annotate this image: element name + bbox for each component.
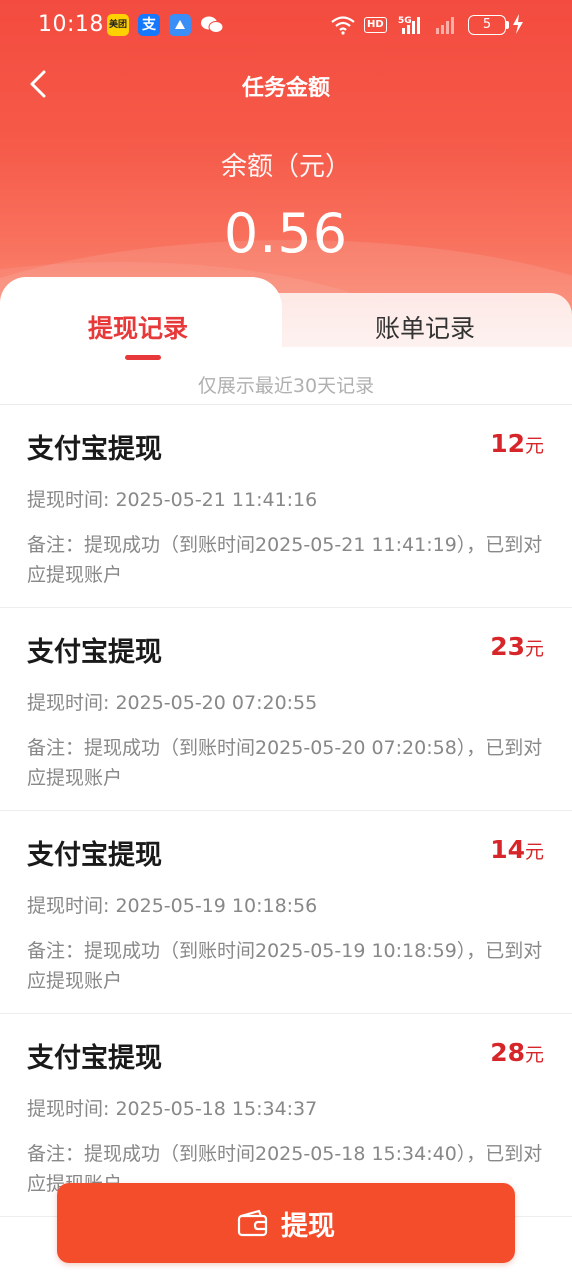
tab-bar: 提现记录 账单记录 仅展示最近30天记录 xyxy=(0,277,572,405)
withdraw-record-list: 支付宝提现 12元 提现时间: 2025-05-21 11:41:16 备注：提… xyxy=(0,405,572,1217)
record-amount: 12元 xyxy=(490,429,544,458)
record-time: 提现时间: 2025-05-18 15:34:37 xyxy=(27,1098,318,1120)
record-amount: 28元 xyxy=(490,1038,544,1067)
tab-billing-records[interactable]: 账单记录 xyxy=(375,309,475,345)
record-amount: 14元 xyxy=(490,835,544,864)
signal-5g-icon: 5G xyxy=(398,14,426,36)
status-time: 10:18 xyxy=(38,12,104,37)
wifi-icon xyxy=(330,14,356,36)
list-item[interactable]: 支付宝提现 23元 提现时间: 2025-05-20 07:20:55 备注：提… xyxy=(0,608,572,811)
charging-icon xyxy=(512,13,524,40)
signal-icon xyxy=(432,14,460,36)
tab-withdraw-records[interactable]: 提现记录 xyxy=(88,309,188,345)
record-title: 支付宝提现 xyxy=(27,637,162,668)
record-note: 备注：提现成功（到账时间2025-05-20 07:20:58），已到对应提现账… xyxy=(27,737,543,789)
hd-icon: HD xyxy=(364,14,387,36)
status-bar: 10:18 美团 支 HD 5G 5 xyxy=(0,0,572,50)
list-item[interactable]: 支付宝提现 12元 提现时间: 2025-05-21 11:41:16 备注：提… xyxy=(0,405,572,608)
header-background: 10:18 美团 支 HD 5G 5 任务金额 余额（元） 0.56 xyxy=(0,0,572,320)
withdraw-button-label: 提现 xyxy=(281,1210,335,1242)
alipay-app-icon: 支 xyxy=(138,14,160,36)
record-note: 备注：提现成功（到账时间2025-05-19 10:18:59），已到对应提现账… xyxy=(27,940,543,992)
active-tab-indicator xyxy=(125,355,161,360)
svg-text:5G: 5G xyxy=(398,16,412,26)
withdraw-button[interactable]: 提现 xyxy=(57,1183,515,1263)
meituan-app-icon: 美团 xyxy=(107,14,129,36)
record-title: 支付宝提现 xyxy=(27,1043,162,1074)
record-time: 提现时间: 2025-05-21 11:41:16 xyxy=(27,489,318,511)
record-time: 提现时间: 2025-05-20 07:20:55 xyxy=(27,692,318,714)
wechat-app-icon xyxy=(200,14,224,36)
record-note: 备注：提现成功（到账时间2025-05-21 11:41:19），已到对应提现账… xyxy=(27,534,543,586)
list-item[interactable]: 支付宝提现 14元 提现时间: 2025-05-19 10:18:56 备注：提… xyxy=(0,811,572,1014)
record-title: 支付宝提现 xyxy=(27,434,162,465)
battery-tip xyxy=(506,21,509,29)
records-hint: 仅展示最近30天记录 xyxy=(197,375,375,397)
balance-value: 0.56 xyxy=(223,202,349,265)
browser-app-icon xyxy=(169,14,191,36)
record-time: 提现时间: 2025-05-19 10:18:56 xyxy=(27,895,318,917)
record-amount: 23元 xyxy=(490,632,544,661)
page-title: 任务金额 xyxy=(241,76,330,101)
record-title: 支付宝提现 xyxy=(27,840,162,871)
balance-label: 余额（元） xyxy=(220,152,351,182)
wallet-icon xyxy=(237,1209,268,1237)
battery-icon: 5 xyxy=(468,15,506,35)
